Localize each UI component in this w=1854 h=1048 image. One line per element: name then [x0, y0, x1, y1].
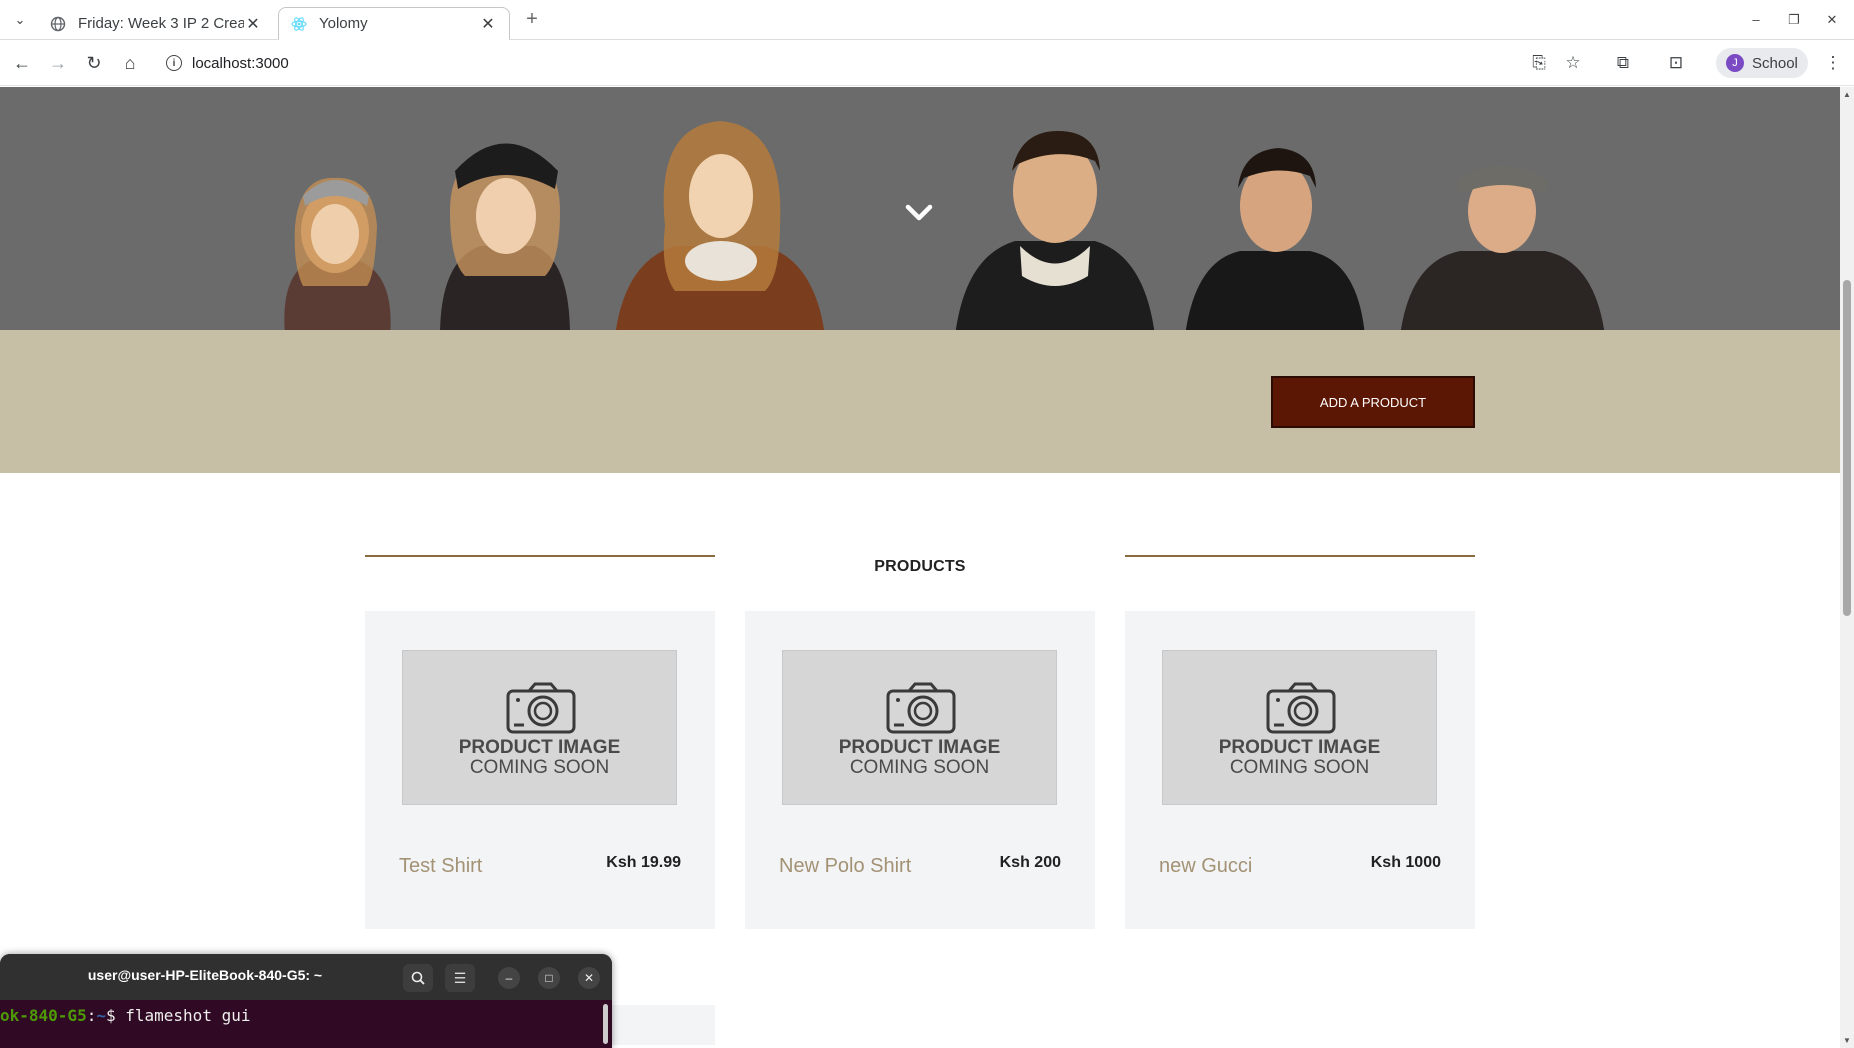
product-image-placeholder: PRODUCT IMAGE COMING SOON — [1162, 650, 1437, 805]
model-figure-4 — [955, 131, 1155, 330]
terminal-close-icon[interactable]: ✕ — [578, 967, 600, 989]
placeholder-text-line2: COMING SOON — [849, 757, 990, 778]
home-icon[interactable]: ⌂ — [117, 50, 143, 76]
scroll-down-arrow-icon[interactable]: ▼ — [1842, 1036, 1852, 1045]
placeholder-text-line1: PRODUCT IMAGE — [1218, 737, 1381, 758]
model-figure-5 — [1185, 148, 1365, 330]
prompt-separator: : — [86, 1006, 97, 1025]
terminal-output[interactable]: ok-840-G5:~$ flameshot gui — [0, 1000, 612, 1048]
hero-banner-image — [0, 87, 1840, 330]
back-arrow-icon[interactable]: ← — [9, 50, 35, 76]
prompt-path: ~ — [96, 1006, 106, 1025]
product-name[interactable]: New Polo Shirt — [779, 855, 911, 878]
install-app-icon[interactable]: ⎘ — [1526, 50, 1552, 76]
product-price: Ksh 200 — [999, 854, 1061, 871]
forward-arrow-icon[interactable]: → — [45, 50, 71, 76]
browser-menu-icon[interactable]: ⋮ — [1820, 50, 1846, 76]
action-band: ADD A PRODUCT — [0, 330, 1840, 473]
terminal-window[interactable]: user@user-HP-EliteBook-840-G5: ~ ☰ – □ ✕… — [0, 954, 612, 1048]
prompt-symbol: $ — [105, 1006, 126, 1025]
product-card[interactable]: PRODUCT IMAGE COMING SOON new Gucci Ksh … — [1125, 611, 1475, 929]
camera-icon — [1266, 682, 1336, 734]
new-tab-plus-icon[interactable]: + — [520, 8, 544, 32]
close-window-icon[interactable]: ✕ — [1820, 8, 1844, 32]
placeholder-text-line2: COMING SOON — [469, 757, 610, 778]
tab-strip: ⌄ Friday: Week 3 IP 2 Creat ✕ Yolomy ✕ +… — [0, 0, 1854, 40]
products-divider-right — [1125, 555, 1475, 557]
restore-window-icon[interactable]: ❐ — [1782, 8, 1806, 32]
terminal-search-icon[interactable] — [403, 964, 433, 992]
close-tab-icon[interactable]: ✕ — [244, 14, 262, 34]
terminal-minimize-icon[interactable]: – — [498, 967, 520, 989]
chevron-down-icon[interactable] — [905, 203, 933, 223]
products-heading: PRODUCTS — [874, 558, 966, 575]
scrollbar-thumb[interactable] — [1843, 280, 1851, 616]
model-figure-1 — [284, 177, 391, 330]
tab-label: Yolomy — [319, 15, 368, 32]
tab-friday-week3[interactable]: Friday: Week 3 IP 2 Creat ✕ — [38, 7, 274, 40]
address-bar[interactable]: i localhost:3000 — [158, 48, 1510, 78]
terminal-command: flameshot gui — [125, 1006, 251, 1025]
tab-yolomy[interactable]: Yolomy ✕ — [278, 7, 510, 40]
profile-avatar: J — [1726, 54, 1744, 72]
terminal-scrollbar[interactable] — [603, 1004, 608, 1044]
terminal-title: user@user-HP-EliteBook-840-G5: ~ — [87, 967, 323, 983]
profile-name: School — [1752, 54, 1798, 72]
camera-icon — [506, 682, 576, 734]
camera-icon — [886, 682, 956, 734]
product-card[interactable]: PRODUCT IMAGE COMING SOON Test Shirt Ksh… — [365, 611, 715, 929]
model-figure-6 — [1400, 166, 1605, 330]
tab-search-chevron-icon[interactable]: ⌄ — [8, 8, 32, 32]
product-name[interactable]: new Gucci — [1159, 855, 1252, 878]
tab-label: Friday: Week 3 IP 2 Creat — [78, 15, 244, 32]
product-image-placeholder: PRODUCT IMAGE COMING SOON — [782, 650, 1057, 805]
terminal-maximize-icon[interactable]: □ — [538, 967, 560, 989]
terminal-menu-icon[interactable]: ☰ — [445, 964, 475, 992]
products-divider-left — [365, 555, 715, 557]
cast-icon[interactable]: ⊡ — [1663, 50, 1689, 76]
product-card[interactable]: PRODUCT IMAGE COMING SOON New Polo Shirt… — [745, 611, 1095, 929]
close-tab-icon[interactable]: ✕ — [479, 14, 497, 34]
scroll-up-arrow-icon[interactable]: ▲ — [1842, 90, 1852, 99]
placeholder-text-line1: PRODUCT IMAGE — [838, 737, 1001, 758]
profile-chip[interactable]: J School — [1716, 48, 1808, 78]
placeholder-text-line1: PRODUCT IMAGE — [458, 737, 621, 758]
globe-icon — [50, 16, 66, 31]
bookmark-star-icon[interactable]: ☆ — [1560, 50, 1586, 76]
site-info-icon[interactable]: i — [166, 55, 182, 71]
product-name[interactable]: Test Shirt — [399, 855, 482, 878]
add-product-button[interactable]: ADD A PRODUCT — [1271, 376, 1475, 428]
model-figure-3 — [615, 121, 825, 330]
terminal-titlebar[interactable]: user@user-HP-EliteBook-840-G5: ~ ☰ – □ ✕ — [0, 954, 612, 1000]
product-image-placeholder: PRODUCT IMAGE COMING SOON — [402, 650, 677, 805]
react-logo-icon — [291, 16, 307, 31]
minimize-window-icon[interactable]: – — [1744, 8, 1768, 32]
url-text: localhost:3000 — [192, 54, 289, 72]
model-figure-2 — [440, 143, 570, 330]
placeholder-text-line2: COMING SOON — [1229, 757, 1370, 778]
reload-icon[interactable]: ↻ — [81, 50, 107, 76]
product-price: Ksh 19.99 — [606, 854, 681, 871]
product-price: Ksh 1000 — [1370, 854, 1441, 871]
prompt-host: ok-840-G5 — [0, 1006, 87, 1025]
extensions-puzzle-icon[interactable]: ⧉ — [1610, 50, 1636, 76]
